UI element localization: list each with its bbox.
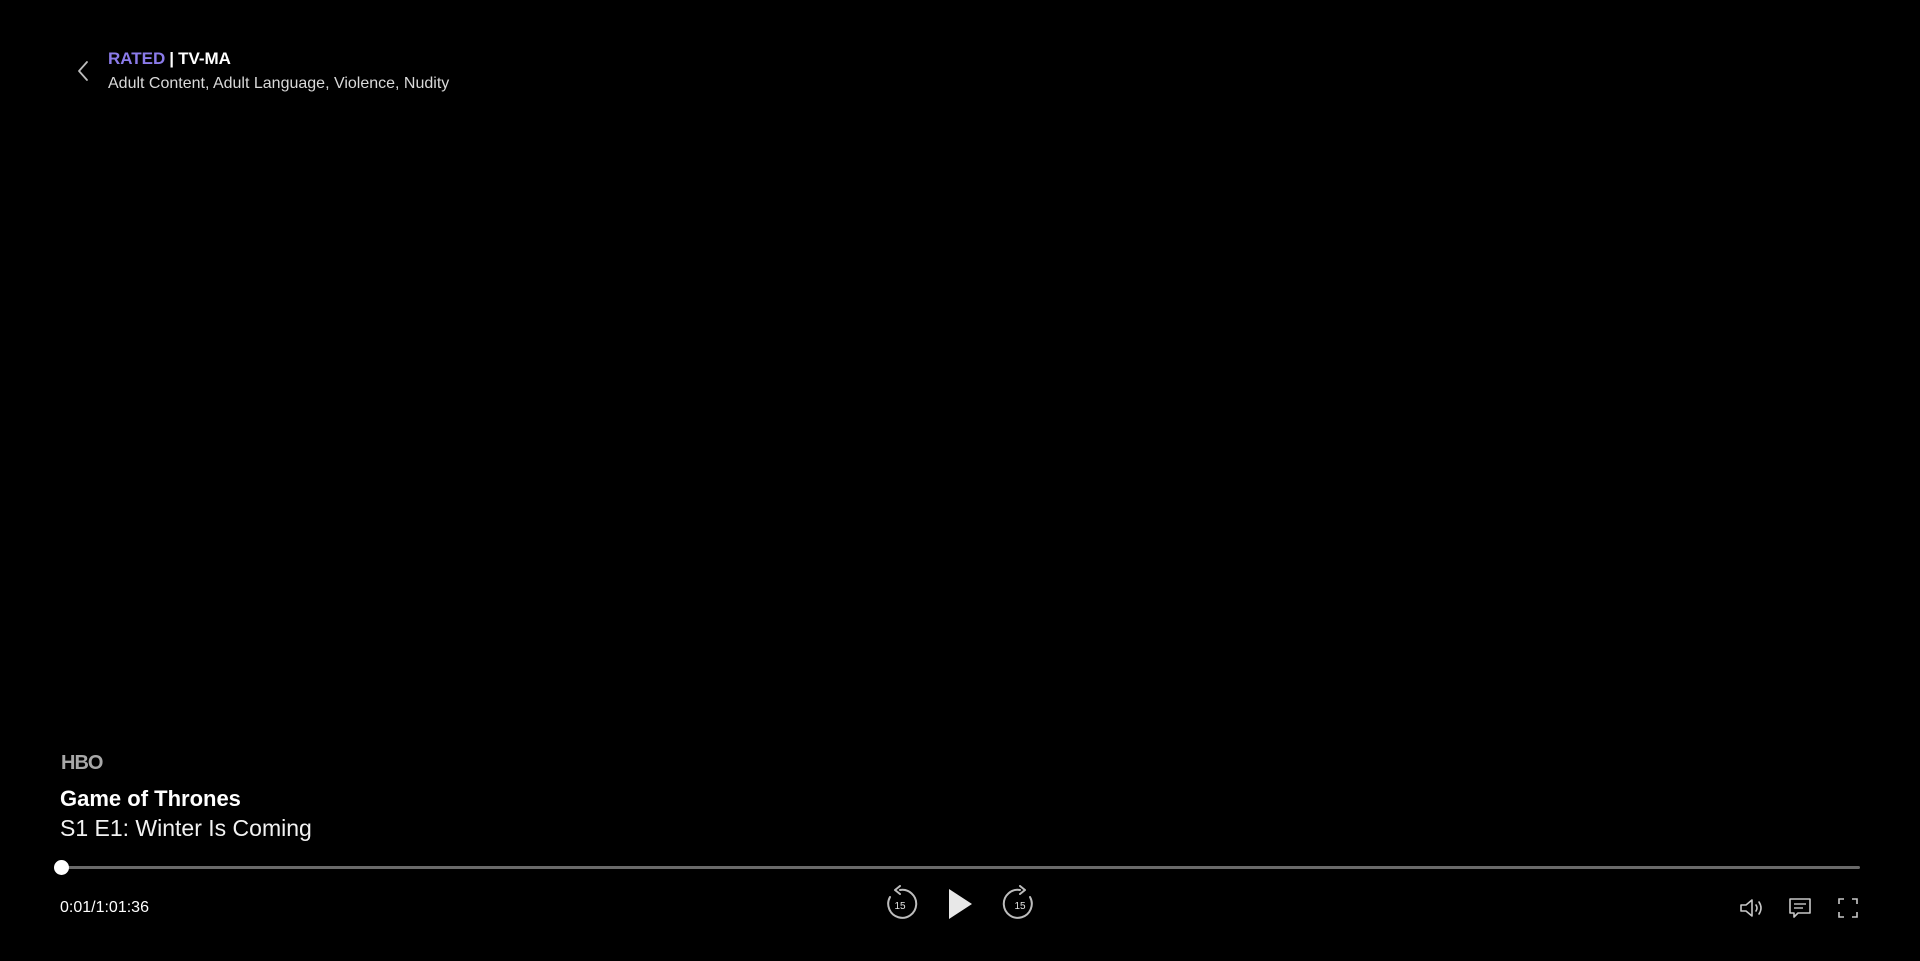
play-icon bbox=[949, 889, 972, 919]
forward-seconds-label: 15 bbox=[1014, 901, 1026, 912]
episode-info: HBO Game of Thrones S1 E1: Winter Is Com… bbox=[60, 750, 312, 843]
progress-thumb[interactable] bbox=[53, 860, 69, 875]
content-rating: RATED | TV-MA Adult Content, Adult Languag… bbox=[108, 48, 449, 94]
subtitles-button[interactable] bbox=[1786, 894, 1814, 922]
forward-15-icon: 15 bbox=[1002, 885, 1033, 919]
top-bar: RATED | TV-MA Adult Content, Adult Languag… bbox=[72, 48, 449, 94]
playback-controls: 15 15 bbox=[880, 884, 1040, 924]
content-advisory: Adult Content, Adult Language, Violence,… bbox=[108, 75, 450, 92]
chevron-left-icon bbox=[78, 61, 88, 81]
rewind-15-icon: 15 bbox=[887, 885, 918, 919]
subtitles-icon bbox=[1789, 898, 1811, 918]
rating-separator: | bbox=[169, 49, 175, 68]
fullscreen-button[interactable] bbox=[1834, 894, 1862, 922]
show-title: Game of Thrones bbox=[60, 786, 241, 811]
secondary-controls bbox=[1718, 894, 1862, 922]
forward-15-button[interactable]: 15 bbox=[1000, 884, 1040, 924]
video-player[interactable]: RATED | TV-MA Adult Content, Adult Languag… bbox=[0, 0, 1920, 961]
rewind-15-button[interactable]: 15 bbox=[880, 884, 920, 924]
progress-bar[interactable] bbox=[53, 860, 1860, 875]
back-button[interactable] bbox=[72, 56, 94, 86]
play-button[interactable] bbox=[940, 884, 980, 924]
rewind-seconds-label: 15 bbox=[894, 901, 906, 912]
volume-icon bbox=[1740, 899, 1762, 917]
fullscreen-icon bbox=[1838, 898, 1858, 918]
episode-title: S1 E1: Winter Is Coming bbox=[60, 815, 312, 841]
network-logo-text: HBO bbox=[61, 752, 103, 774]
hbo-logo: HBO bbox=[61, 752, 104, 774]
time-display: 0:01/1:01:36 bbox=[60, 899, 149, 916]
volume-button[interactable] bbox=[1738, 894, 1766, 922]
rating-label: RATED bbox=[108, 49, 166, 68]
rating-value: TV-MA bbox=[178, 49, 231, 68]
rating-line: RATED | TV-MA bbox=[108, 48, 449, 70]
